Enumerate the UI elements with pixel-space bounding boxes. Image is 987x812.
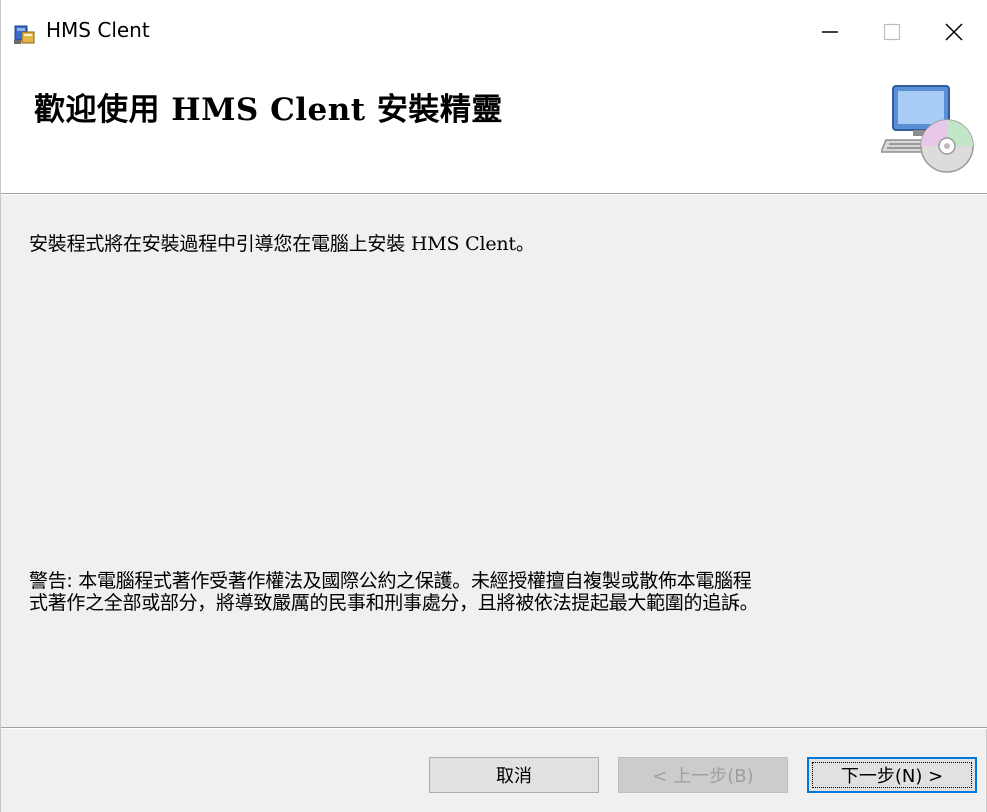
computer-cd-icon [881,85,974,173]
minimize-button[interactable] [799,0,861,64]
warning-line-1: 警告: 本電腦程式著作受著作權法及國際公約之保護。未經授權擅自複製或散佈本電腦程 [29,570,752,592]
cancel-button[interactable]: 取消 [429,757,599,793]
back-button[interactable]: < 上一步(B) [618,757,788,793]
close-button[interactable] [923,0,985,64]
content-area [1,195,987,727]
close-icon [945,23,963,41]
copyright-warning: 警告: 本電腦程式著作受著作權法及國際公約之保護。未經授權擅自複製或散佈本電腦程… [29,570,969,614]
title-bar[interactable]: HMS Clent [1,0,987,64]
footer-separator [1,727,987,729]
installer-window: HMS Clent 歡迎使用 HMS Clent 安裝精靈 安裝程式將在安裝過程… [0,0,987,812]
banner-title: 歡迎使用 HMS Clent 安裝精靈 [34,92,503,128]
warning-line-2: 式著作之全部或部分，將導致嚴厲的民事和刑事處分，且將被依法提起最大範圍的追訴。 [29,592,759,614]
window-title: HMS Clent [46,18,150,42]
intro-text: 安裝程式將在安裝過程中引導您在電腦上安裝 HMS Clent。 [29,233,535,255]
next-button[interactable]: 下一步(N) > [807,757,977,793]
focus-ring [812,762,972,788]
maximize-icon [883,23,901,41]
maximize-button[interactable] [861,0,923,64]
installer-app-icon [14,25,35,44]
minimize-icon [822,31,838,33]
